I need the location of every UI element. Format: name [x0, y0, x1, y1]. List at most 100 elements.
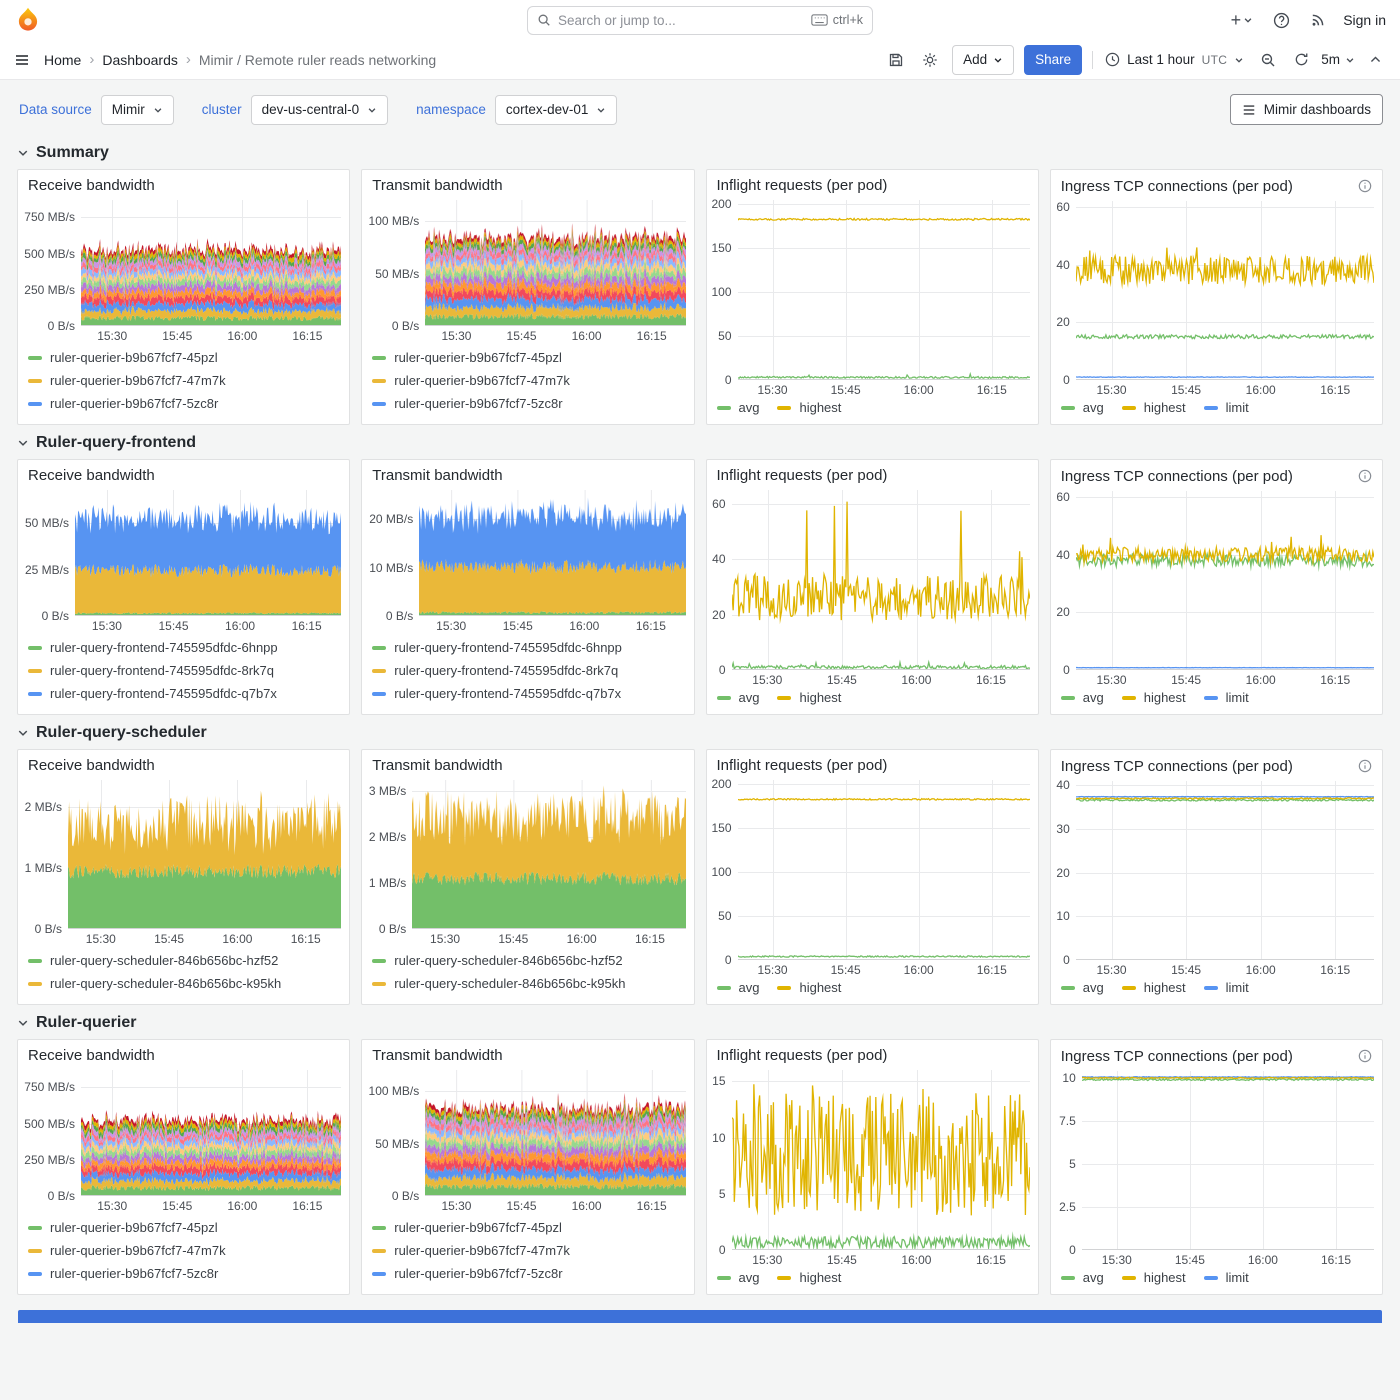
chart-canvas[interactable] — [81, 200, 341, 326]
section-header-summary[interactable]: Summary — [17, 135, 1383, 169]
legend-item-limit[interactable]: limit — [1204, 400, 1249, 415]
legend-item-ruler-querier-b9b67fcf7-47m7k[interactable]: ruler-querier-b9b67fcf7-47m7k — [372, 1239, 683, 1262]
add-panel-button[interactable]: Add — [952, 45, 1014, 75]
variable-value-namespace[interactable]: cortex-dev-01 — [495, 95, 618, 125]
panel-title[interactable]: Ingress TCP connections (per pod) — [1061, 178, 1356, 195]
chart-canvas[interactable] — [738, 780, 1030, 960]
legend-item-ruler-querier-b9b67fcf7-45pzl[interactable]: ruler-querier-b9b67fcf7-45pzl — [28, 1216, 339, 1239]
legend-item-avg[interactable]: avg — [1061, 980, 1104, 995]
panel-title[interactable]: Transmit bandwidth — [372, 757, 685, 774]
legend-item-highest[interactable]: highest — [1122, 400, 1186, 415]
chart-canvas[interactable] — [425, 200, 685, 326]
legend-item-ruler-query-frontend-745595dfdc-8rk7q[interactable]: ruler-query-frontend-745595dfdc-8rk7q — [28, 659, 339, 682]
refresh-interval-dropdown[interactable]: 5m — [1321, 52, 1355, 67]
chart-canvas[interactable] — [1076, 781, 1374, 960]
variable-value-cluster[interactable]: dev-us-central-0 — [251, 95, 389, 125]
chart-canvas[interactable] — [419, 490, 685, 616]
legend-item-ruler-query-frontend-745595dfdc-6hnpp[interactable]: ruler-query-frontend-745595dfdc-6hnpp — [28, 636, 339, 659]
legend-item-ruler-querier-b9b67fcf7-5zc8r[interactable]: ruler-querier-b9b67fcf7-5zc8r — [372, 392, 683, 415]
legend-item-highest[interactable]: highest — [777, 1270, 841, 1285]
search-input[interactable] — [558, 13, 804, 28]
variable-label-datasource[interactable]: Data source — [17, 98, 94, 121]
panel-title[interactable]: Ingress TCP connections (per pod) — [1061, 758, 1356, 775]
info-icon[interactable] — [1356, 177, 1374, 195]
news-button[interactable] — [1307, 9, 1329, 31]
legend-item-avg[interactable]: avg — [717, 1270, 760, 1285]
chart-canvas[interactable] — [1076, 491, 1374, 670]
legend-item-ruler-querier-b9b67fcf7-47m7k[interactable]: ruler-querier-b9b67fcf7-47m7k — [28, 1239, 339, 1262]
panel-title[interactable]: Ingress TCP connections (per pod) — [1061, 1048, 1356, 1065]
section-header-ruler-querier[interactable]: Ruler-querier — [17, 1005, 1383, 1039]
chart-canvas[interactable] — [732, 490, 1030, 670]
chart-canvas[interactable] — [412, 780, 685, 929]
info-icon[interactable] — [1356, 1047, 1374, 1065]
legend-item-ruler-querier-b9b67fcf7-5zc8r[interactable]: ruler-querier-b9b67fcf7-5zc8r — [372, 1262, 683, 1285]
legend-item-avg[interactable]: avg — [717, 690, 760, 705]
mimir-dashboards-button[interactable]: Mimir dashboards — [1230, 94, 1383, 125]
legend-item-ruler-querier-b9b67fcf7-47m7k[interactable]: ruler-querier-b9b67fcf7-47m7k — [372, 369, 683, 392]
legend-item-avg[interactable]: avg — [1061, 690, 1104, 705]
panel-title[interactable]: Receive bandwidth — [28, 467, 341, 484]
zoom-out-button[interactable] — [1256, 48, 1280, 72]
legend-item-avg[interactable]: avg — [1061, 1270, 1104, 1285]
save-dashboard-button[interactable] — [884, 48, 908, 72]
info-icon[interactable] — [1356, 757, 1374, 775]
panel-title[interactable]: Transmit bandwidth — [372, 467, 685, 484]
legend-item-ruler-querier-b9b67fcf7-5zc8r[interactable]: ruler-querier-b9b67fcf7-5zc8r — [28, 1262, 339, 1285]
panel-title[interactable]: Inflight requests (per pod) — [717, 1047, 1030, 1064]
legend-item-ruler-querier-b9b67fcf7-5zc8r[interactable]: ruler-querier-b9b67fcf7-5zc8r — [28, 392, 339, 415]
panel-title[interactable]: Receive bandwidth — [28, 757, 341, 774]
section-header-ruler-query-scheduler[interactable]: Ruler-query-scheduler — [17, 715, 1383, 749]
legend-item-avg[interactable]: avg — [1061, 400, 1104, 415]
chart-canvas[interactable] — [68, 780, 341, 929]
time-range-picker[interactable]: Last 1 hour UTC — [1103, 48, 1246, 71]
chart-canvas[interactable] — [81, 1070, 341, 1196]
panel-title[interactable]: Receive bandwidth — [28, 1047, 341, 1064]
panel-title[interactable]: Inflight requests (per pod) — [717, 467, 1030, 484]
share-button[interactable]: Share — [1024, 45, 1082, 75]
legend-item-ruler-query-frontend-745595dfdc-q7b7x[interactable]: ruler-query-frontend-745595dfdc-q7b7x — [28, 682, 339, 705]
breadcrumb-home[interactable]: Home — [44, 52, 81, 68]
legend-item-ruler-query-scheduler-846b656bc-k95kh[interactable]: ruler-query-scheduler-846b656bc-k95kh — [372, 972, 683, 995]
variable-value-datasource[interactable]: Mimir — [101, 95, 174, 125]
legend-item-highest[interactable]: highest — [777, 400, 841, 415]
chart-canvas[interactable] — [1082, 1071, 1374, 1250]
toolbar-collapse-button[interactable] — [1365, 49, 1386, 70]
legend-item-avg[interactable]: avg — [717, 400, 760, 415]
legend-item-ruler-querier-b9b67fcf7-45pzl[interactable]: ruler-querier-b9b67fcf7-45pzl — [28, 346, 339, 369]
dashboard-settings-button[interactable] — [918, 48, 942, 72]
legend-item-ruler-query-frontend-745595dfdc-6hnpp[interactable]: ruler-query-frontend-745595dfdc-6hnpp — [372, 636, 683, 659]
legend-item-highest[interactable]: highest — [1122, 1270, 1186, 1285]
legend-item-highest[interactable]: highest — [1122, 690, 1186, 705]
variable-label-namespace[interactable]: namespace — [414, 98, 488, 121]
chart-canvas[interactable] — [425, 1070, 685, 1196]
legend-item-highest[interactable]: highest — [777, 980, 841, 995]
legend-item-ruler-query-scheduler-846b656bc-hzf52[interactable]: ruler-query-scheduler-846b656bc-hzf52 — [372, 949, 683, 972]
panel-title[interactable]: Transmit bandwidth — [372, 1047, 685, 1064]
panel-title[interactable]: Ingress TCP connections (per pod) — [1061, 468, 1356, 485]
chart-canvas[interactable] — [75, 490, 341, 616]
legend-item-ruler-querier-b9b67fcf7-45pzl[interactable]: ruler-querier-b9b67fcf7-45pzl — [372, 346, 683, 369]
legend-item-ruler-querier-b9b67fcf7-47m7k[interactable]: ruler-querier-b9b67fcf7-47m7k — [28, 369, 339, 392]
legend-item-avg[interactable]: avg — [717, 980, 760, 995]
panel-title[interactable]: Inflight requests (per pod) — [717, 177, 1030, 194]
legend-item-limit[interactable]: limit — [1204, 980, 1249, 995]
legend-item-ruler-querier-b9b67fcf7-45pzl[interactable]: ruler-querier-b9b67fcf7-45pzl — [372, 1216, 683, 1239]
refresh-button[interactable] — [1290, 48, 1313, 71]
global-search-box[interactable]: ctrl+k — [527, 6, 873, 35]
chart-canvas[interactable] — [1076, 201, 1374, 380]
panel-title[interactable]: Inflight requests (per pod) — [717, 757, 1030, 774]
sign-in-link[interactable]: Sign in — [1343, 12, 1386, 28]
chart-canvas[interactable] — [738, 200, 1030, 380]
variable-label-cluster[interactable]: cluster — [200, 98, 244, 121]
info-icon[interactable] — [1356, 467, 1374, 485]
help-button[interactable] — [1270, 9, 1293, 32]
mega-menu-toggle[interactable] — [14, 52, 30, 68]
legend-item-ruler-query-scheduler-846b656bc-hzf52[interactable]: ruler-query-scheduler-846b656bc-hzf52 — [28, 949, 339, 972]
legend-item-ruler-query-frontend-745595dfdc-8rk7q[interactable]: ruler-query-frontend-745595dfdc-8rk7q — [372, 659, 683, 682]
new-menu-button[interactable]: + — [1228, 10, 1257, 30]
legend-item-ruler-query-frontend-745595dfdc-q7b7x[interactable]: ruler-query-frontend-745595dfdc-q7b7x — [372, 682, 683, 705]
grafana-logo-icon[interactable] — [14, 6, 42, 34]
legend-item-highest[interactable]: highest — [1122, 980, 1186, 995]
legend-item-limit[interactable]: limit — [1204, 1270, 1249, 1285]
